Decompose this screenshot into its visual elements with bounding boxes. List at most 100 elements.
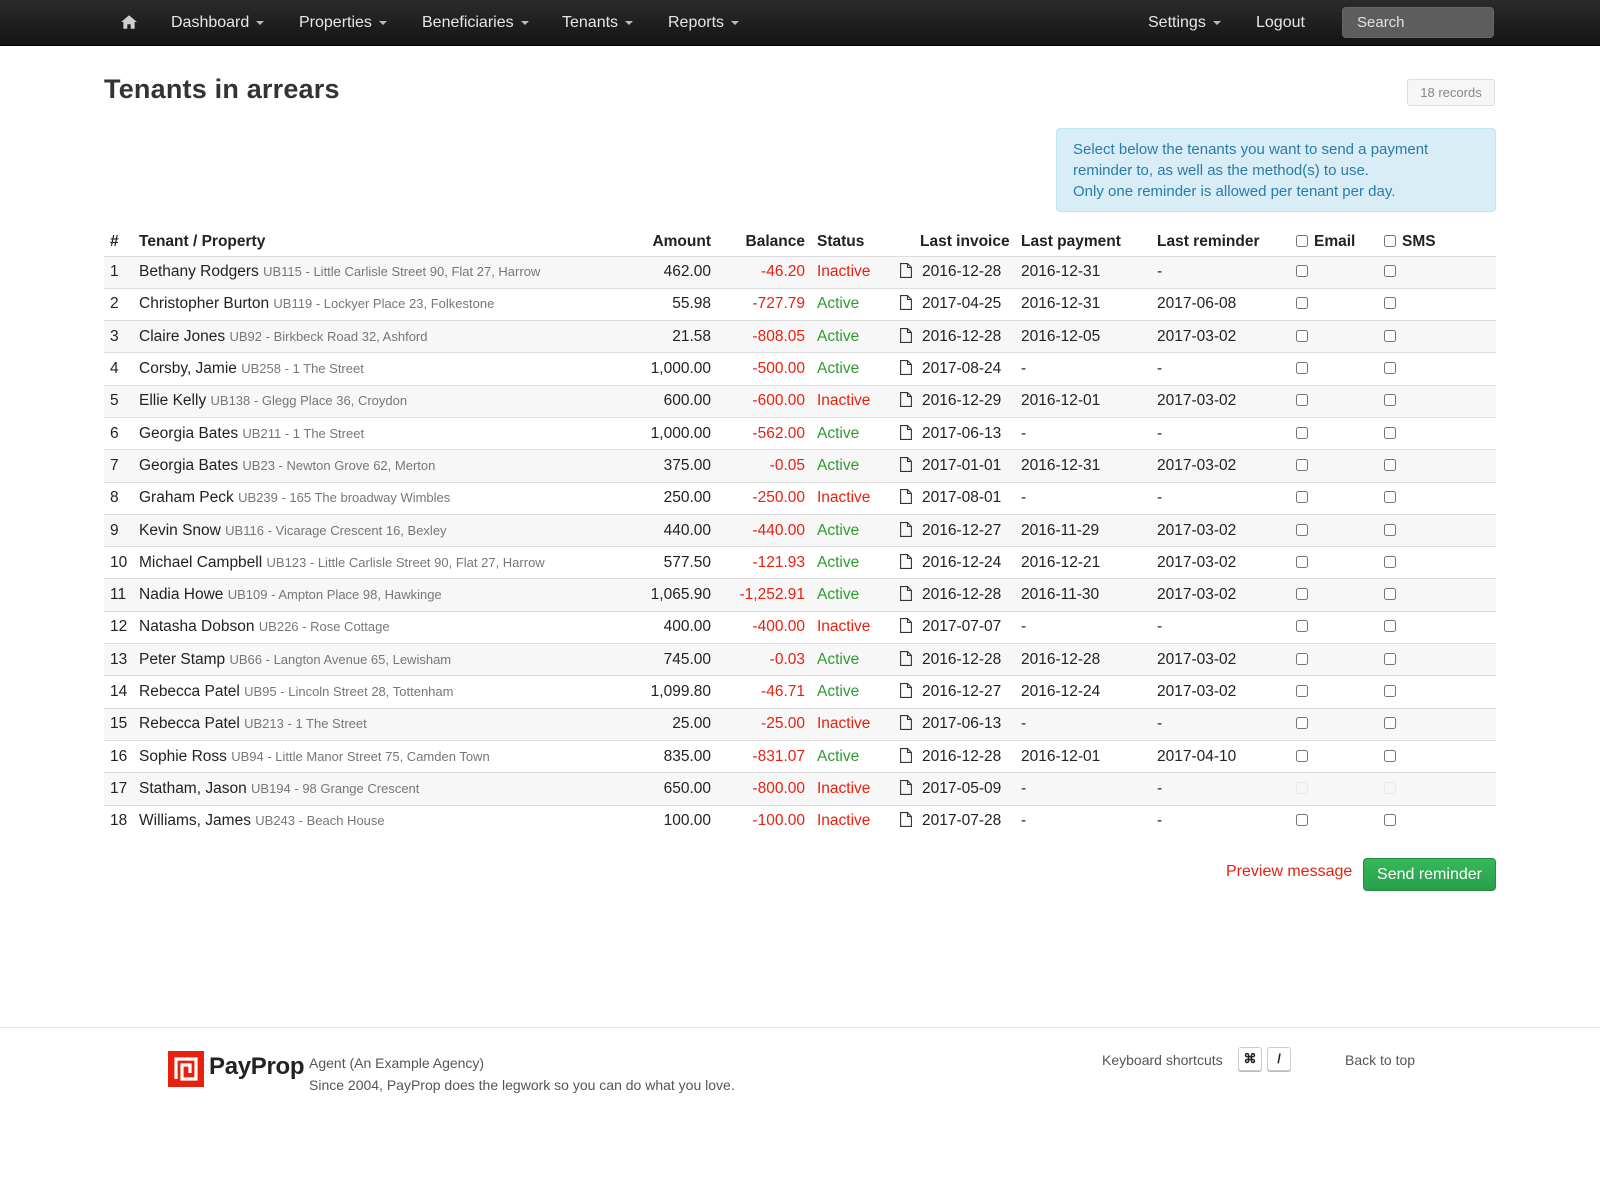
email-checkbox[interactable] <box>1296 297 1308 310</box>
email-checkbox[interactable] <box>1296 523 1308 536</box>
nav-reports[interactable]: Reports <box>668 0 740 46</box>
preview-message-link[interactable]: Preview message <box>1226 863 1352 881</box>
sms-checkbox[interactable] <box>1384 491 1396 504</box>
sms-checkbox[interactable] <box>1384 523 1396 536</box>
email-checkbox[interactable] <box>1296 685 1308 697</box>
email-checkbox[interactable] <box>1296 717 1308 730</box>
tenant-name[interactable]: Christopher Burton <box>139 295 269 312</box>
home-icon[interactable] <box>120 13 138 31</box>
document-icon[interactable] <box>900 618 912 634</box>
tenant-name[interactable]: Nadia Howe <box>139 586 223 603</box>
back-to-top-link[interactable]: Back to top <box>1345 1052 1415 1068</box>
tenant-name[interactable]: Statham, Jason <box>139 780 247 797</box>
nav-tenants[interactable]: Tenants <box>562 0 634 46</box>
tenant-name[interactable]: Corsby, Jamie <box>139 360 237 377</box>
sms-checkbox[interactable] <box>1384 685 1396 697</box>
shortcut-key-command[interactable]: ⌘ <box>1238 1047 1262 1071</box>
tenant-name[interactable]: Graham Peck <box>139 489 234 506</box>
sms-checkbox[interactable] <box>1384 749 1396 762</box>
sms-checkbox[interactable] <box>1384 814 1396 827</box>
email-checkbox[interactable] <box>1296 458 1308 471</box>
document-icon[interactable] <box>900 650 912 666</box>
nav-beneficiaries[interactable]: Beneficiaries <box>422 0 529 46</box>
email-checkbox[interactable] <box>1296 620 1308 633</box>
tenant-name[interactable]: Peter Stamp <box>139 651 225 668</box>
document-icon[interactable] <box>900 424 912 440</box>
document-icon[interactable] <box>900 812 912 828</box>
amount-cell: 100.00 <box>641 804 717 838</box>
document-icon[interactable] <box>900 360 912 375</box>
email-checkbox[interactable] <box>1296 749 1308 762</box>
sms-checkbox[interactable] <box>1384 426 1396 439</box>
document-icon[interactable] <box>900 489 912 505</box>
email-checkbox[interactable] <box>1296 814 1308 827</box>
email-checkbox[interactable] <box>1296 588 1308 601</box>
sms-checkbox[interactable] <box>1384 620 1396 633</box>
email-checkbox[interactable] <box>1296 394 1308 407</box>
last-invoice-date: 2016-12-27 <box>922 683 1002 700</box>
last-reminder-cell: 2017-03-02 <box>1151 320 1290 353</box>
email-checkbox[interactable] <box>1296 329 1308 342</box>
document-icon[interactable] <box>900 295 912 311</box>
document-icon[interactable] <box>900 392 912 408</box>
sms-checkbox[interactable] <box>1384 458 1396 471</box>
sms-checkbox[interactable] <box>1384 588 1396 601</box>
document-icon[interactable] <box>900 553 912 569</box>
nav-dashboard[interactable]: Dashboard <box>171 0 265 46</box>
email-checkbox[interactable] <box>1296 491 1308 504</box>
search-input[interactable] <box>1342 7 1494 38</box>
email-checkbox[interactable] <box>1296 265 1308 278</box>
sms-checkbox[interactable] <box>1384 555 1396 568</box>
last-reminder-cell: 2017-03-02 <box>1151 578 1290 612</box>
select-all-sms-checkbox[interactable] <box>1384 234 1396 247</box>
last-invoice-cell: 2017-04-25 <box>894 287 1015 321</box>
email-checkbox[interactable] <box>1296 362 1308 375</box>
document-icon[interactable] <box>900 586 912 602</box>
sms-checkbox[interactable] <box>1384 329 1396 342</box>
tenant-name[interactable]: Claire Jones <box>139 328 225 345</box>
tenant-name[interactable]: Ellie Kelly <box>139 392 206 409</box>
document-icon[interactable] <box>900 263 912 279</box>
tenant-name[interactable]: Williams, James <box>139 812 251 829</box>
send-reminder-button[interactable]: Send reminder <box>1363 858 1496 891</box>
sms-checkbox[interactable] <box>1384 394 1396 407</box>
sms-checkbox[interactable] <box>1384 297 1396 310</box>
email-checkbox[interactable] <box>1296 781 1308 794</box>
document-icon[interactable] <box>900 521 912 537</box>
tenant-name[interactable]: Georgia Bates <box>139 425 238 442</box>
property-separator: - <box>277 490 290 506</box>
tenant-name[interactable]: Michael Campbell <box>139 554 262 571</box>
tenant-name[interactable]: Georgia Bates <box>139 457 238 474</box>
tenant-name[interactable]: Rebecca Patel <box>139 683 240 700</box>
shortcut-key-slash[interactable]: / <box>1267 1047 1291 1071</box>
nav-settings[interactable]: Settings <box>1148 0 1221 46</box>
sms-checkbox[interactable] <box>1384 717 1396 730</box>
document-icon[interactable] <box>900 779 912 795</box>
sms-checkbox[interactable] <box>1384 362 1396 375</box>
sms-checkbox[interactable] <box>1384 265 1396 278</box>
col-sms: SMS <box>1378 224 1496 257</box>
last-invoice-cell: 2017-07-28 <box>894 804 1015 838</box>
sms-checkbox[interactable] <box>1384 781 1396 794</box>
document-icon[interactable] <box>900 747 912 763</box>
tenant-name[interactable]: Sophie Ross <box>139 748 227 765</box>
tenant-name[interactable]: Bethany Rodgers <box>139 263 259 280</box>
tenant-name[interactable]: Rebecca Patel <box>139 715 240 732</box>
email-cell <box>1290 707 1378 741</box>
last-payment-cell: 2016-12-21 <box>1015 546 1151 579</box>
tenant-name[interactable]: Kevin Snow <box>139 522 221 539</box>
last-invoice-date: 2016-12-28 <box>922 263 1002 281</box>
document-icon[interactable] <box>900 683 912 698</box>
document-icon[interactable] <box>900 327 912 343</box>
nav-properties[interactable]: Properties <box>299 0 387 46</box>
document-icon[interactable] <box>900 715 912 731</box>
document-icon[interactable] <box>900 456 912 472</box>
select-all-email-checkbox[interactable] <box>1296 234 1308 247</box>
tenant-name[interactable]: Natasha Dobson <box>139 618 254 635</box>
nav-logout[interactable]: Logout <box>1256 0 1305 46</box>
email-checkbox[interactable] <box>1296 555 1308 568</box>
email-checkbox[interactable] <box>1296 652 1308 665</box>
sms-checkbox[interactable] <box>1384 652 1396 665</box>
email-checkbox[interactable] <box>1296 426 1308 439</box>
sms-cell <box>1378 416 1496 450</box>
